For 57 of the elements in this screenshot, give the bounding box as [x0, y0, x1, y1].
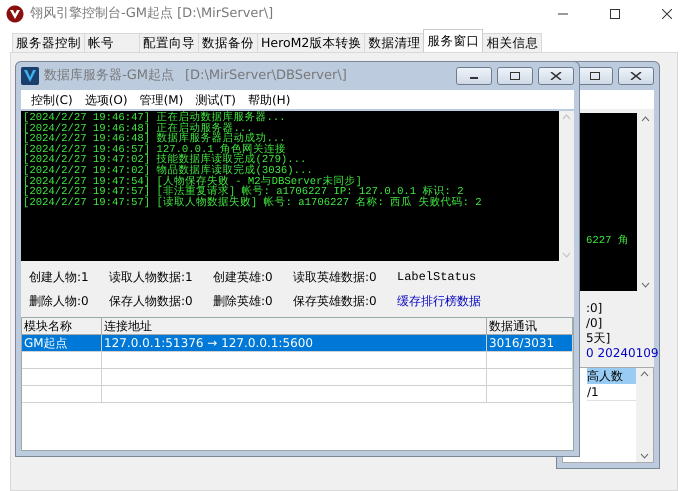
restore-icon: [510, 72, 520, 80]
app-v-icon: [21, 67, 39, 85]
table-cell: 127.0.0.1:51376 → 127.0.0.1:5600: [102, 335, 487, 352]
stat-text: 读取英雄数据:0: [293, 269, 378, 285]
maximize-icon[interactable]: [610, 9, 620, 19]
column-header[interactable]: 模块名称: [22, 318, 102, 335]
tab[interactable]: 数据清理: [364, 33, 424, 52]
scroll-up-icon[interactable]: [640, 371, 649, 377]
window-title: 数据库服务器-GM起点: [44, 67, 174, 86]
tab[interactable]: 服务窗口: [423, 29, 484, 52]
column-header[interactable]: 连接地址: [102, 318, 487, 335]
stat-text: 删除人物:0: [29, 293, 90, 309]
column-header: 高人数: [587, 368, 636, 384]
app-logo-icon: [6, 5, 24, 23]
stat-text: 创建英雄:0: [213, 269, 274, 285]
tab[interactable]: 配置向导: [139, 33, 199, 52]
stat-text: 创建人物:1: [29, 269, 90, 285]
log-line: [2024/2/27 19:47:57] [读取人物数据失败] 帐号: a1706227 名称: 西瓜 失败代码: 2: [23, 198, 482, 208]
column-header[interactable]: 数据通讯: [487, 318, 573, 335]
window-title: 翎风引擎控制台-GM起点 [D:\MirServer\]: [30, 5, 274, 24]
stat-text: 保存英雄数据:0: [293, 293, 378, 309]
tab[interactable]: 帐号: [84, 33, 140, 52]
tab[interactable]: 服务器控制: [12, 33, 85, 52]
tab[interactable]: 数据备份: [198, 33, 258, 52]
close-button[interactable]: [538, 67, 574, 85]
close-icon: [630, 72, 642, 80]
menu-item[interactable]: 测试(T): [189, 90, 242, 108]
menu-item[interactable]: 选项(O): [78, 90, 134, 108]
scrollbar[interactable]: [636, 368, 653, 462]
table-cell: GM起点: [22, 335, 102, 352]
status-text: :0]: [586, 301, 604, 316]
tab[interactable]: HeroM2版本转换: [257, 33, 366, 52]
scroll-down-icon[interactable]: [640, 453, 649, 459]
close-button[interactable]: [618, 67, 654, 85]
tab[interactable]: 相关信息: [482, 33, 542, 52]
scroll-down-icon[interactable]: [641, 282, 650, 288]
stat-text: 删除英雄:0: [213, 293, 274, 309]
log-text: 6227 角: [586, 236, 629, 247]
status-label: LabelStatus: [397, 269, 478, 285]
minimize-button[interactable]: [456, 67, 492, 85]
scroll-up-icon[interactable]: [641, 116, 650, 122]
table-row[interactable]: GM起点 127.0.0.1:51376 → 127.0.0.1:5600 3016/3031: [22, 335, 573, 352]
menu-item[interactable]: 管理(M): [134, 90, 190, 108]
stat-text: 保存人物数据:0: [109, 293, 194, 309]
table-cell: 3016/3031: [487, 335, 573, 352]
window-path: [D:\MirServer\DBServer\]: [184, 67, 348, 86]
close-icon[interactable]: [662, 9, 672, 19]
status-text: 5天]: [586, 331, 612, 346]
restore-button[interactable]: [577, 67, 613, 85]
restore-icon: [590, 72, 600, 80]
close-icon: [550, 72, 562, 80]
stat-text: 读取人物数据:1: [109, 269, 194, 285]
menu-item[interactable]: 控制(C): [25, 90, 79, 108]
restore-button[interactable]: [497, 67, 533, 85]
cache-ranking-link[interactable]: 缓存排行榜数据: [397, 293, 566, 309]
status-text: /0]: [586, 316, 604, 331]
menu-item[interactable]: 帮助(H): [242, 90, 296, 108]
